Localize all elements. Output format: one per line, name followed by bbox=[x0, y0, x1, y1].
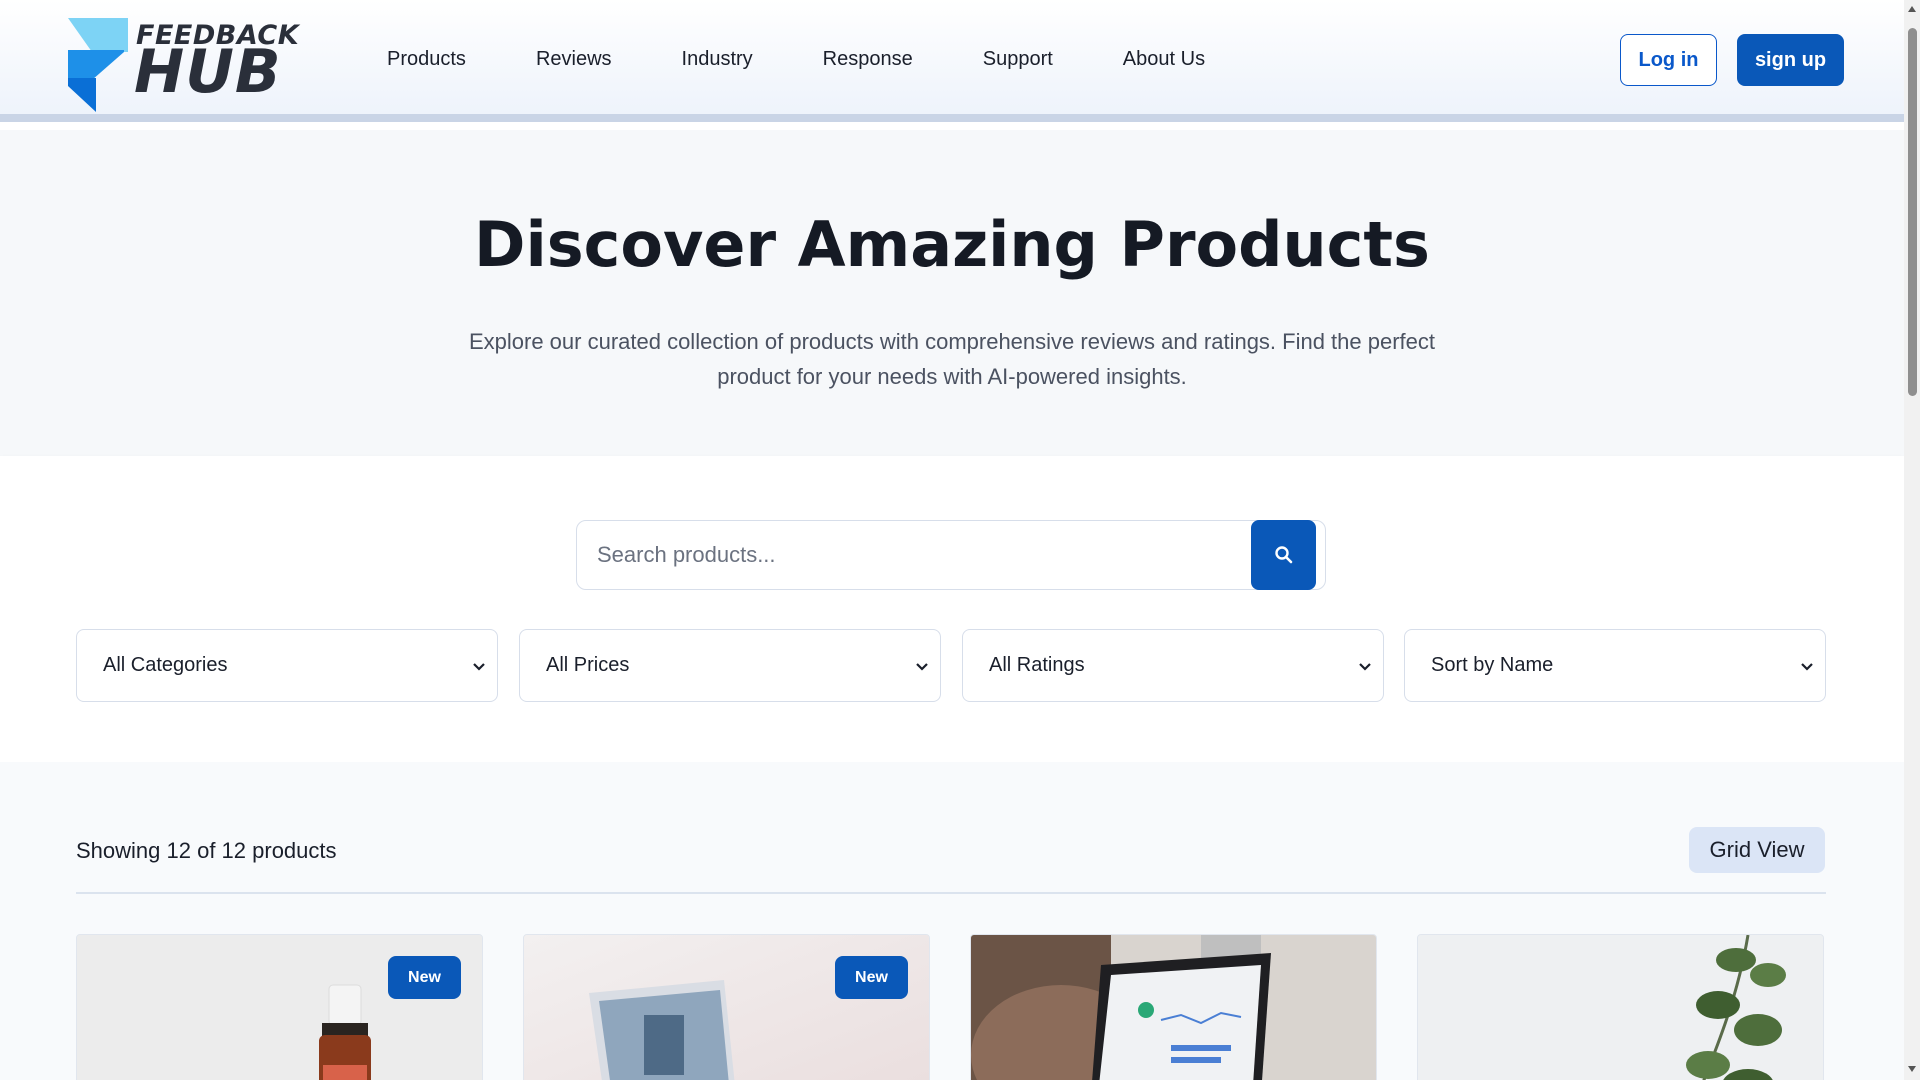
product-image-laptop-analytics-dashboard bbox=[971, 935, 1376, 1080]
nav-reviews[interactable]: Reviews bbox=[536, 48, 612, 71]
filter-section: All Categories All Prices All Ratings So… bbox=[0, 456, 1904, 762]
hero-title: Discover Amazing Products bbox=[474, 208, 1430, 281]
hero-section: Discover Amazing Products Explore our cu… bbox=[0, 130, 1904, 456]
category-select-value: All Categories bbox=[103, 654, 228, 676]
new-badge: New bbox=[835, 956, 908, 999]
page: FEEDBACK HUB Products Reviews Industry R… bbox=[0, 0, 1904, 1080]
product-card[interactable]: New bbox=[523, 934, 930, 1080]
nav-products[interactable]: Products bbox=[387, 48, 466, 71]
hero-subtitle: Explore our curated collection of produc… bbox=[450, 324, 1454, 394]
site-header: FEEDBACK HUB Products Reviews Industry R… bbox=[0, 0, 1904, 122]
product-image-eucalyptus-plant bbox=[1418, 935, 1823, 1080]
price-select-value: All Prices bbox=[546, 654, 630, 676]
product-listing: Showing 12 of 12 products Grid View New bbox=[0, 762, 1904, 1080]
hero-subtitle-line-1: Explore our curated collection of produc… bbox=[468, 329, 1436, 354]
logo-text-bottom: HUB bbox=[134, 37, 282, 107]
nav-about-us[interactable]: About Us bbox=[1123, 48, 1205, 71]
search-input[interactable] bbox=[597, 521, 1247, 588]
grid-view-button[interactable]: Grid View bbox=[1689, 827, 1825, 873]
new-badge: New bbox=[388, 956, 461, 999]
logo[interactable]: FEEDBACK HUB bbox=[64, 16, 299, 116]
chevron-down-icon bbox=[1801, 663, 1813, 671]
hero-subtitle-line-2: product for your needs with AI-powered i… bbox=[717, 364, 1187, 389]
search-icon bbox=[1274, 546, 1292, 564]
product-card[interactable]: New bbox=[76, 934, 483, 1080]
results-count: Showing 12 of 12 products bbox=[76, 838, 337, 863]
scroll-down-arrow-icon[interactable] bbox=[1908, 1066, 1916, 1072]
sort-select[interactable]: Sort by Name bbox=[1404, 629, 1826, 702]
nav-industry[interactable]: Industry bbox=[682, 48, 753, 71]
sort-select-value: Sort by Name bbox=[1431, 654, 1554, 676]
product-card[interactable] bbox=[1417, 934, 1824, 1080]
scrollbar[interactable] bbox=[1904, 0, 1920, 1080]
logo-mark-icon bbox=[68, 18, 128, 112]
divider bbox=[76, 892, 1826, 894]
scroll-up-arrow-icon[interactable] bbox=[1908, 6, 1916, 12]
main-nav: Products Reviews Industry Response Suppo… bbox=[387, 48, 1275, 71]
nav-support[interactable]: Support bbox=[983, 48, 1053, 71]
login-button[interactable]: Log in bbox=[1620, 34, 1717, 86]
search-box bbox=[576, 520, 1326, 590]
scroll-thumb[interactable] bbox=[1908, 28, 1917, 396]
chevron-down-icon bbox=[1359, 663, 1371, 671]
chevron-down-icon bbox=[916, 663, 928, 671]
rating-select-value: All Ratings bbox=[989, 654, 1085, 676]
signup-button[interactable]: sign up bbox=[1737, 34, 1844, 86]
chevron-down-icon bbox=[473, 663, 485, 671]
search-button[interactable] bbox=[1251, 520, 1316, 590]
product-card[interactable] bbox=[970, 934, 1377, 1080]
category-select[interactable]: All Categories bbox=[76, 629, 498, 702]
nav-response[interactable]: Response bbox=[823, 48, 913, 71]
rating-select[interactable]: All Ratings bbox=[962, 629, 1384, 702]
price-select[interactable]: All Prices bbox=[519, 629, 941, 702]
